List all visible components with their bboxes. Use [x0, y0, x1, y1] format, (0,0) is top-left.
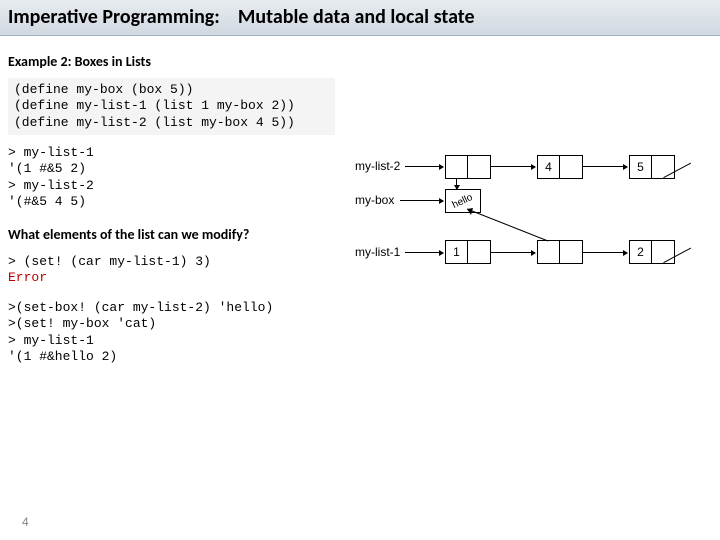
code-define-block: (define my-box (box 5)) (define my-list-…	[8, 78, 335, 135]
val-2: 2	[630, 241, 652, 263]
cons-diagram: my-list-2 my-box my-list-1 4 5 hello 1 2	[355, 145, 705, 295]
label-my-box: my-box	[355, 193, 394, 207]
code-setbox-block: >(set-box! (car my-list-2) 'hello) >(set…	[8, 300, 273, 365]
label-my-list-2: my-list-2	[355, 159, 400, 173]
nil-slash-2	[652, 156, 674, 178]
arrow-2bc	[583, 166, 627, 167]
arrow-box	[400, 200, 443, 201]
arrow-list1	[405, 252, 443, 253]
slide-number: 4	[22, 515, 29, 530]
arrow-1bc	[583, 252, 627, 253]
title-suffix: Mutable data and local state	[238, 5, 475, 29]
cons-2a	[445, 155, 491, 179]
error-text: Error	[8, 270, 47, 285]
cons-1c: 2	[629, 240, 675, 264]
code-set-line: > (set! (car my-list-1) 3)	[8, 254, 211, 269]
label-my-list-1: my-list-1	[355, 245, 400, 259]
question-text: What elements of the list can we modify?	[8, 226, 249, 243]
slide-title: Imperative Programming: Mutable data and…	[8, 5, 475, 29]
arrow-list2	[405, 166, 443, 167]
arrow-1ab	[491, 252, 535, 253]
val-4: 4	[538, 156, 560, 178]
val-5: 5	[630, 156, 652, 178]
code-set-error-block: > (set! (car my-list-1) 3) Error	[8, 254, 211, 287]
example-title: Example 2: Boxes in Lists	[8, 53, 151, 70]
cons-2b: 4	[537, 155, 583, 179]
cons-2c: 5	[629, 155, 675, 179]
arrow-1b-to-box	[455, 205, 555, 245]
arrow-2a-to-box	[456, 179, 457, 189]
code-repl-block-1: > my-list-1 '(1 #&5 2) > my-list-2 '(#&5…	[8, 145, 94, 210]
nil-slash-1	[652, 241, 674, 263]
arrow-2ab	[491, 166, 535, 167]
title-prefix: Imperative Programming:	[8, 5, 220, 29]
